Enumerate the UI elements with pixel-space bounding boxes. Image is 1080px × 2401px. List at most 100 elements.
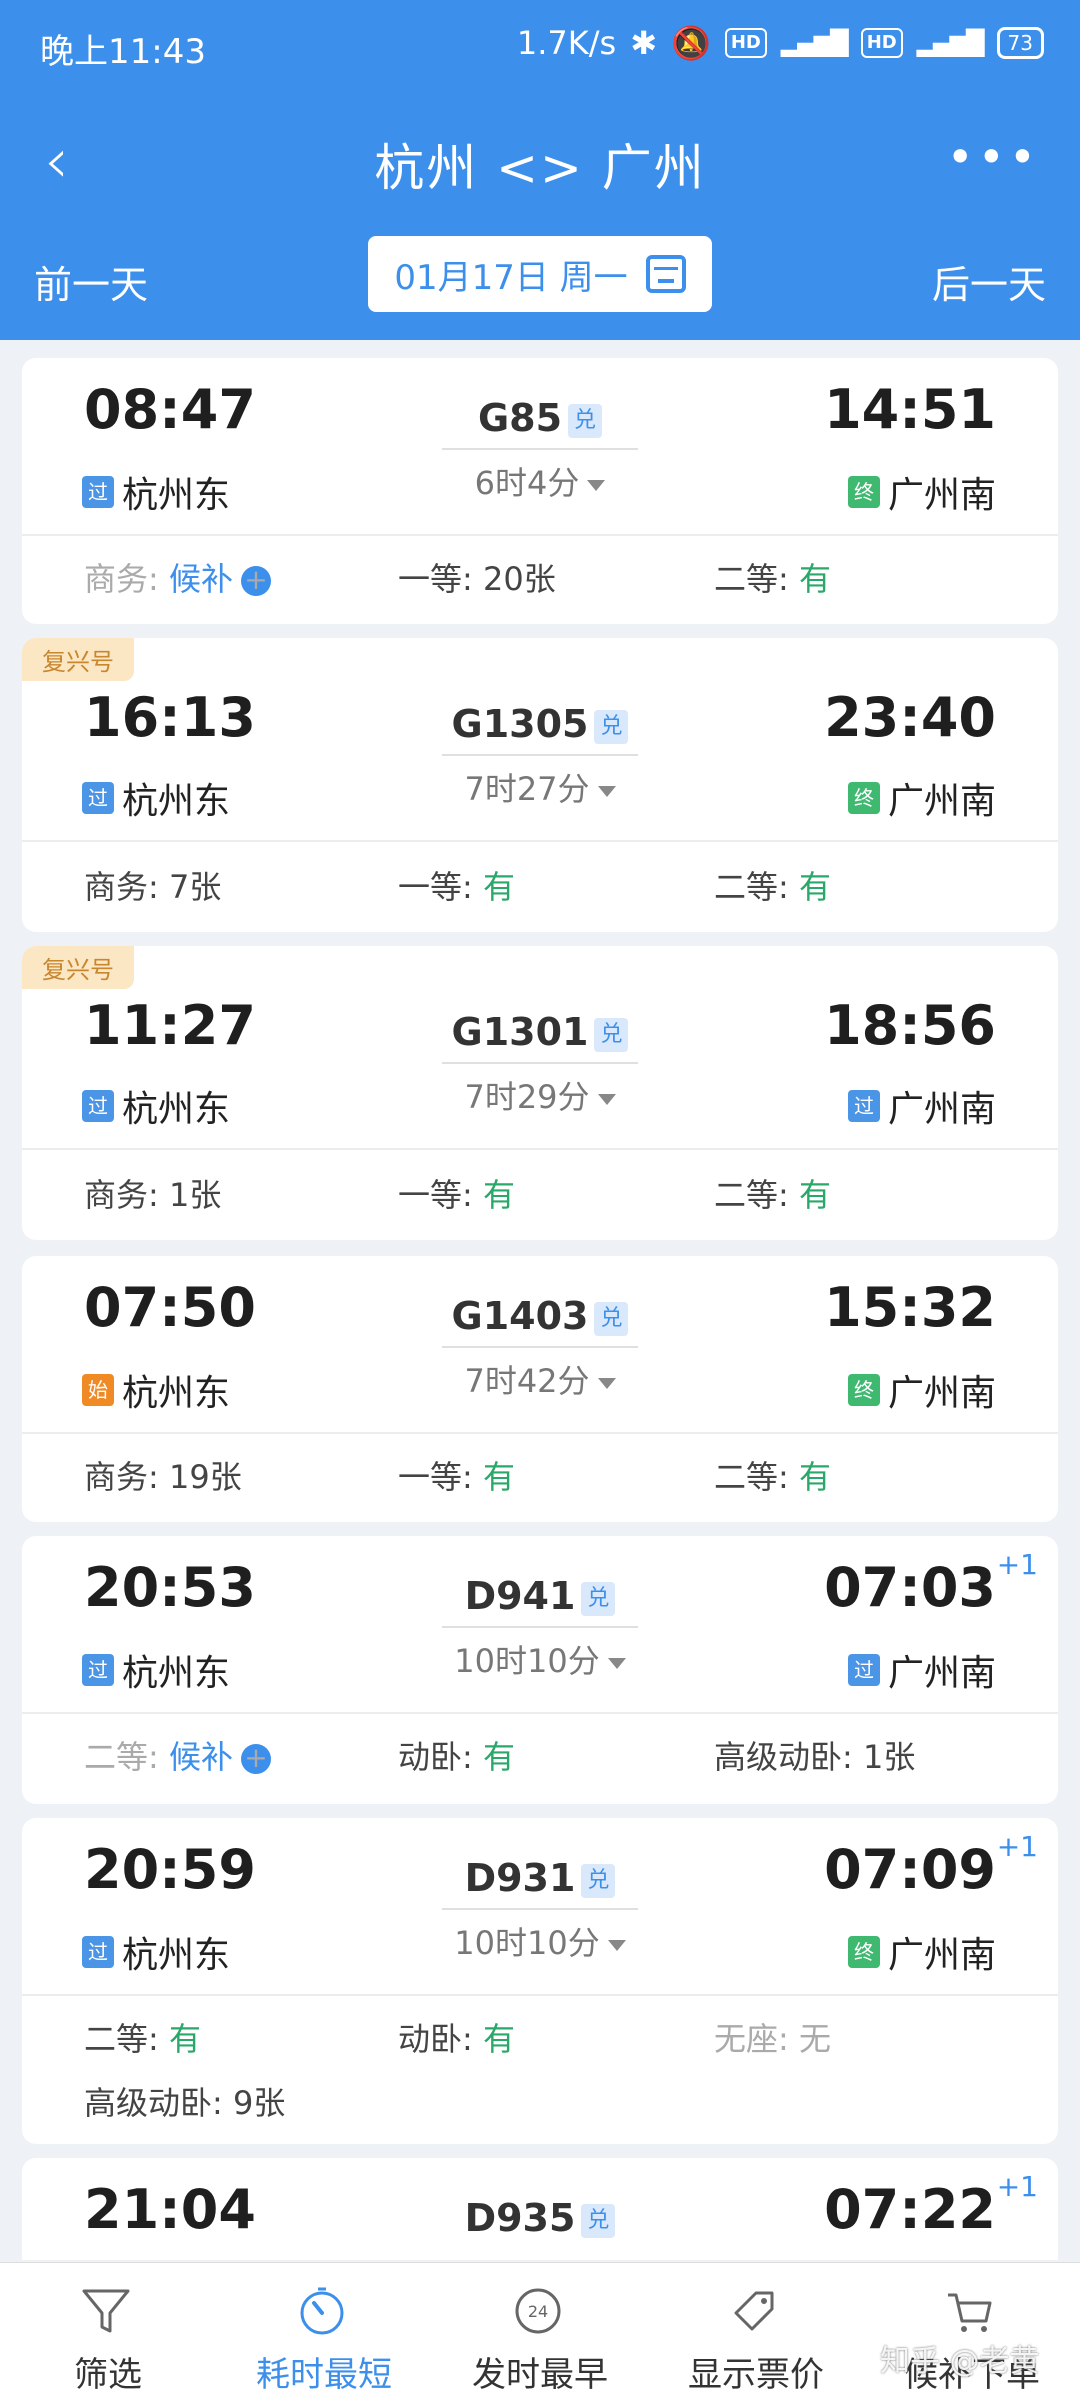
arrival-time: 07:03 [824,1556,996,1619]
seat-label: 高级动卧: [84,2084,223,2122]
next-day-marker: +1 [996,1548,1038,1581]
divider [22,534,1058,536]
pass-badge: 过 [847,1090,880,1122]
seat-value: 有 [482,1458,515,1496]
seat-value: 有 [798,1176,831,1214]
status-icons: 1.7K/s ✱ 🔕 HD ▂▄▆█ HD ▂▄▆█ 73 [517,24,1044,62]
divider [22,1994,1058,1996]
seat-value: 有 [482,2020,515,2058]
terminal-badge: 终 [847,1374,880,1406]
fuxing-tag: 复兴号 [22,946,134,989]
redeem-badge: 兑 [568,403,603,438]
train-card[interactable]: 07:50 始 杭州东 G1403 兑 7时42分 15:32 终 广州南 商务:… [22,1256,1058,1522]
arrival-station: 过 广州南 [847,1080,996,1132]
terminal-badge: 终 [847,476,880,508]
status-bar: 晚上11:43 1.7K/s ✱ 🔕 HD ▂▄▆█ HD ▂▄▆█ 73 [0,0,1080,90]
seat-first[interactable]: 一等: 20张 [398,554,556,600]
prev-day-button[interactable]: 前一天 [34,254,148,309]
seat-sleeper[interactable]: 动卧: 有 [398,2014,515,2060]
tab-label: 筛选 [74,2355,142,2395]
arrival-time: 07:09 [824,1838,996,1901]
train-card[interactable]: 20:53 过 杭州东 D941 兑 10时10分 07:03 +1 过 广州南 … [22,1536,1058,1804]
arrival-station: 终 广州南 [847,772,996,824]
seat-value: 有 [798,560,831,598]
seat-value: 候补 [168,1738,233,1776]
seat-deluxe-sleeper[interactable]: 高级动卧: 1张 [714,1732,915,1778]
train-number-text: G1403 [451,1294,589,1338]
seat-deluxe-sleeper[interactable]: 高级动卧: 9张 [84,2078,285,2124]
divider [22,840,1058,842]
calendar-icon [645,255,686,293]
seat-value: 1张 [168,1176,222,1214]
seat-business[interactable]: 商务: 1张 [84,1170,221,1216]
seat-business[interactable]: 商务: 19张 [84,1452,242,1498]
date-picker[interactable]: 01月17日 周一 [368,236,712,312]
add-waitlist-icon[interactable]: + [240,566,271,596]
next-day-marker: +1 [996,2170,1038,2203]
tab-show-price[interactable]: 显示票价 [648,2263,864,2401]
seat-business[interactable]: 商务: 7张 [84,862,221,908]
seat-value: 有 [798,868,831,906]
seat-label: 二等: [84,2020,159,2058]
train-card[interactable]: 复兴号 16:13 过 杭州东 G1305 兑 7时27分 23:40 终 广州南… [22,638,1058,932]
arrival-station-name: 广州南 [887,1935,996,1976]
network-speed: 1.7K/s [516,24,617,62]
tab-filter[interactable]: 筛选 [0,2263,216,2401]
date-bar: 前一天 01月17日 周一 后一天 [0,230,1080,320]
arrival-station-name: 广州南 [887,1653,996,1694]
signal-icon-2: ▂▄▆█ [916,29,985,57]
seat-second[interactable]: 二等: 候补 + [84,1732,271,1778]
seat-value: 9张 [232,2084,286,2122]
page-title: 杭州 <> 广州 [374,139,706,197]
seat-label: 二等: [714,1458,789,1496]
tab-label: 耗时最短 [256,2355,392,2395]
seat-label: 商务: [84,1176,159,1214]
seat-standing[interactable]: 无座: 无 [714,2014,831,2060]
seat-business[interactable]: 商务: 候补 + [84,554,271,600]
arrival-station-name: 广州南 [887,1373,996,1414]
next-day-marker: +1 [996,1830,1038,1863]
train-number-text: G1301 [451,1010,589,1054]
fuxing-tag: 复兴号 [22,638,134,681]
seat-second[interactable]: 二等: 有 [714,1452,831,1498]
filter-icon [82,2289,130,2333]
more-icon[interactable]: ••• [947,130,1040,184]
duration-text: 7时29分 [464,1078,590,1116]
arrival-station: 过 广州南 [847,1644,996,1696]
seat-label: 二等: [714,1176,789,1214]
arrival-time: 23:40 [824,686,996,749]
train-number-text: D931 [464,1856,576,1900]
seat-label: 二等: [714,560,789,598]
train-card[interactable]: 21:04 D935 兑 07:22 +1 [22,2158,1058,2260]
seat-first[interactable]: 一等: 有 [398,1452,515,1498]
pass-badge: 过 [847,1654,880,1686]
tab-waitlist-order[interactable]: 候补下单 [864,2263,1080,2401]
train-card[interactable]: 复兴号 11:27 过 杭州东 G1301 兑 7时29分 18:56 过 广州南… [22,946,1058,1240]
seat-label: 一等: [398,1458,473,1496]
seat-second[interactable]: 二等: 有 [714,1170,831,1216]
tab-earliest-departure[interactable]: 24 发时最早 [432,2263,648,2401]
seat-value: 有 [798,1458,831,1496]
app-header: 晚上11:43 1.7K/s ✱ 🔕 HD ▂▄▆█ HD ▂▄▆█ 73 ‹ … [0,0,1080,340]
seat-label: 一等: [398,1176,473,1214]
seat-second[interactable]: 二等: 有 [84,2014,201,2060]
seat-label: 动卧: [398,2020,473,2058]
add-waitlist-icon[interactable]: + [240,1744,271,1774]
seat-label: 商务: [84,560,159,598]
seat-second[interactable]: 二等: 有 [714,862,831,908]
divider [22,1712,1058,1714]
seat-first[interactable]: 一等: 有 [398,1170,515,1216]
tab-shortest-duration[interactable]: 耗时最短 [216,2263,432,2401]
train-card[interactable]: 08:47 过 杭州东 G85 兑 6时4分 14:51 终 广州南 商务: 候补… [22,358,1058,624]
arrival-station: 终 广州南 [847,1364,996,1416]
seat-first[interactable]: 一等: 有 [398,862,515,908]
dropdown-icon [607,1939,626,1951]
next-day-button[interactable]: 后一天 [932,254,1046,309]
redeem-badge: 兑 [581,1581,616,1616]
seat-sleeper[interactable]: 动卧: 有 [398,1732,515,1778]
duration-text: 10时10分 [454,1924,600,1962]
train-card[interactable]: 20:59 过 杭州东 D931 兑 10时10分 07:09 +1 终 广州南 … [22,1818,1058,2144]
nav-bar: ‹ 杭州 <> 广州 ••• [0,110,1080,210]
seat-second[interactable]: 二等: 有 [714,554,831,600]
timer-icon [300,2287,344,2335]
